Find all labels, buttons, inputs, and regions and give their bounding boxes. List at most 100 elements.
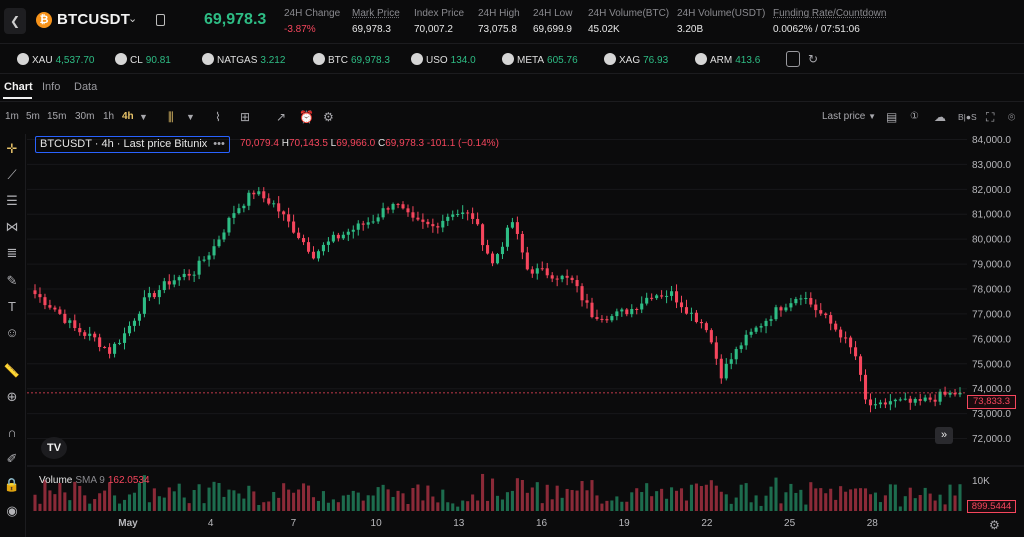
zoom-in-icon[interactable]: ⊕ xyxy=(3,388,21,406)
y-tick-label: 79,000.0 xyxy=(972,260,1011,271)
volume-bar xyxy=(272,492,276,511)
timeframe-5m[interactable]: 5m xyxy=(26,111,40,122)
price-chart[interactable]: 84,000.0 83,000.0 82,000.0 81,000.0 80,000.0… xyxy=(27,128,1024,537)
asset-icon xyxy=(313,53,325,65)
volume-bar xyxy=(714,485,718,511)
pattern-icon[interactable]: ⋈ xyxy=(3,218,21,236)
ticker-name: BTC xyxy=(328,55,348,66)
ticker-item[interactable]: XAU 4,537.70 xyxy=(17,53,95,66)
candle-body xyxy=(481,224,485,246)
volume-bar xyxy=(515,478,519,511)
volume-bar xyxy=(411,487,415,511)
emoji-icon[interactable]: ☺ xyxy=(3,324,21,342)
chart-legend[interactable]: BTCUSDT · 4h · Last price Bitunix ••• xyxy=(35,136,230,153)
volume-bar xyxy=(729,503,733,511)
candle-body xyxy=(73,320,77,329)
stat-label: 24H Low xyxy=(533,8,573,19)
crosshair-icon[interactable]: ✛ xyxy=(3,140,21,158)
trend-line-icon[interactable]: ⟋ xyxy=(3,166,21,184)
caret-down-icon[interactable]: ▼ xyxy=(139,112,148,122)
volume-bar xyxy=(361,500,365,511)
horizontal-lines-icon[interactable]: ☰ xyxy=(3,192,21,210)
brush-icon[interactable]: ✎ xyxy=(3,272,21,290)
volume-bar xyxy=(883,495,887,511)
candle-body xyxy=(361,223,365,225)
settings-icon[interactable]: ⚙ xyxy=(323,110,334,124)
chart-cloud-icon[interactable]: ☁ xyxy=(934,110,946,124)
chevron-down-icon[interactable]: ⌄ xyxy=(128,12,137,25)
grid-icon[interactable]: ⊞ xyxy=(240,110,250,124)
volume-bar xyxy=(321,491,325,511)
more-icon[interactable]: ••• xyxy=(213,138,225,150)
timeframe-30m[interactable]: 30m xyxy=(75,111,94,122)
ticker-item[interactable]: BTC 69,978.3 xyxy=(313,53,390,66)
clipboard-icon[interactable] xyxy=(156,14,165,26)
camera-icon[interactable]: ⌾ xyxy=(1008,110,1015,125)
candle-body xyxy=(839,329,843,338)
chat-icon[interactable]: ▤ xyxy=(886,110,897,124)
ticker-item[interactable]: ARM 413.6 xyxy=(695,53,760,66)
fullscreen-icon[interactable]: ⛶ xyxy=(986,110,994,125)
volume-bar xyxy=(948,484,952,511)
volume-bar xyxy=(923,487,927,511)
candle-body xyxy=(873,404,877,406)
ticker-item[interactable]: META 605.76 xyxy=(502,53,578,66)
ticker-item[interactable]: CL 90.81 xyxy=(115,53,171,66)
caret-down-icon[interactable]: ▼ xyxy=(186,112,195,122)
stat-funding-rate[interactable]: Funding Rate/Countdown 0.0062% / 07:51:0… xyxy=(773,8,886,35)
timeframe-1m[interactable]: 1m xyxy=(5,111,19,122)
candle-body xyxy=(371,221,375,223)
lock-drawings-icon[interactable]: ✐ xyxy=(3,450,21,468)
eye-icon[interactable]: ◉ xyxy=(3,502,21,520)
tab-chart[interactable]: Chart xyxy=(4,81,33,93)
candle-body xyxy=(346,231,350,235)
volume-bar xyxy=(252,491,256,511)
y-tick-label: 83,000.0 xyxy=(972,160,1011,171)
volume-bar xyxy=(814,488,818,511)
ticker-item[interactable]: NATGAS 3.212 xyxy=(202,53,285,66)
candle-body xyxy=(331,234,335,242)
share-icon[interactable]: ↗ xyxy=(276,110,286,124)
candle-body xyxy=(376,217,380,222)
candle-body xyxy=(545,268,549,276)
ticker-item[interactable]: XAG 76.93 xyxy=(604,53,668,66)
one-icon[interactable]: ① xyxy=(910,111,919,122)
tradingview-logo[interactable]: TV xyxy=(41,437,67,459)
text-icon[interactable]: T xyxy=(3,298,21,316)
candle-body xyxy=(729,359,733,364)
volume-bar xyxy=(341,495,345,511)
symbol-selector[interactable]: BTCUSDT xyxy=(57,11,130,28)
refresh-icon[interactable]: ↻ xyxy=(808,52,818,66)
ruler-icon[interactable]: 📏 xyxy=(3,362,21,380)
stat-mark-price[interactable]: Mark Price 69,978.3 xyxy=(352,8,400,35)
lock-icon[interactable]: 🔒 xyxy=(3,476,21,494)
layout-icon[interactable] xyxy=(786,51,800,67)
ticker-item[interactable]: USO 134.0 xyxy=(411,53,476,66)
timeframe-15m[interactable]: 15m xyxy=(47,111,66,122)
chart-settings-icon[interactable]: ⚙ xyxy=(989,518,1000,532)
fib-icon[interactable]: ≣ xyxy=(3,244,21,262)
tab-info[interactable]: Info xyxy=(42,81,60,93)
buy-sell-toggle[interactable]: B|●S xyxy=(958,112,977,122)
back-button[interactable]: ❮ xyxy=(4,8,26,34)
volume-bar xyxy=(679,488,684,511)
indicators-icon[interactable]: ⌇ xyxy=(215,110,221,124)
candle-body xyxy=(88,333,92,336)
top-header: ❮ ₿ BTCUSDT ⌄ 69,978.3 24H Change -3.87%… xyxy=(0,0,1024,44)
candlestick-icon[interactable]: ⫼ xyxy=(168,110,174,125)
ohlc-change: -101.1 (−0.14%) xyxy=(426,138,499,149)
magnet-icon[interactable]: ∩ xyxy=(3,424,21,442)
candle-body xyxy=(142,297,146,314)
volume-bar xyxy=(943,504,947,511)
timeframe-4h[interactable]: 4h xyxy=(122,111,134,122)
timeframe-1h[interactable]: 1h xyxy=(103,111,114,122)
candle-body xyxy=(93,333,97,338)
price-source-dropdown[interactable]: Last price ▼ xyxy=(822,111,876,122)
alarm-icon[interactable]: ⏰ xyxy=(299,110,314,124)
volume-bar xyxy=(610,500,614,511)
volume-bar xyxy=(262,502,266,511)
candlestick-chart-svg[interactable]: 84,000.0 83,000.0 82,000.0 81,000.0 80,000.0… xyxy=(27,128,1024,537)
tab-data[interactable]: Data xyxy=(74,81,97,93)
ticker-name: ARM xyxy=(710,55,733,66)
scroll-to-latest-button[interactable]: » xyxy=(935,427,953,444)
